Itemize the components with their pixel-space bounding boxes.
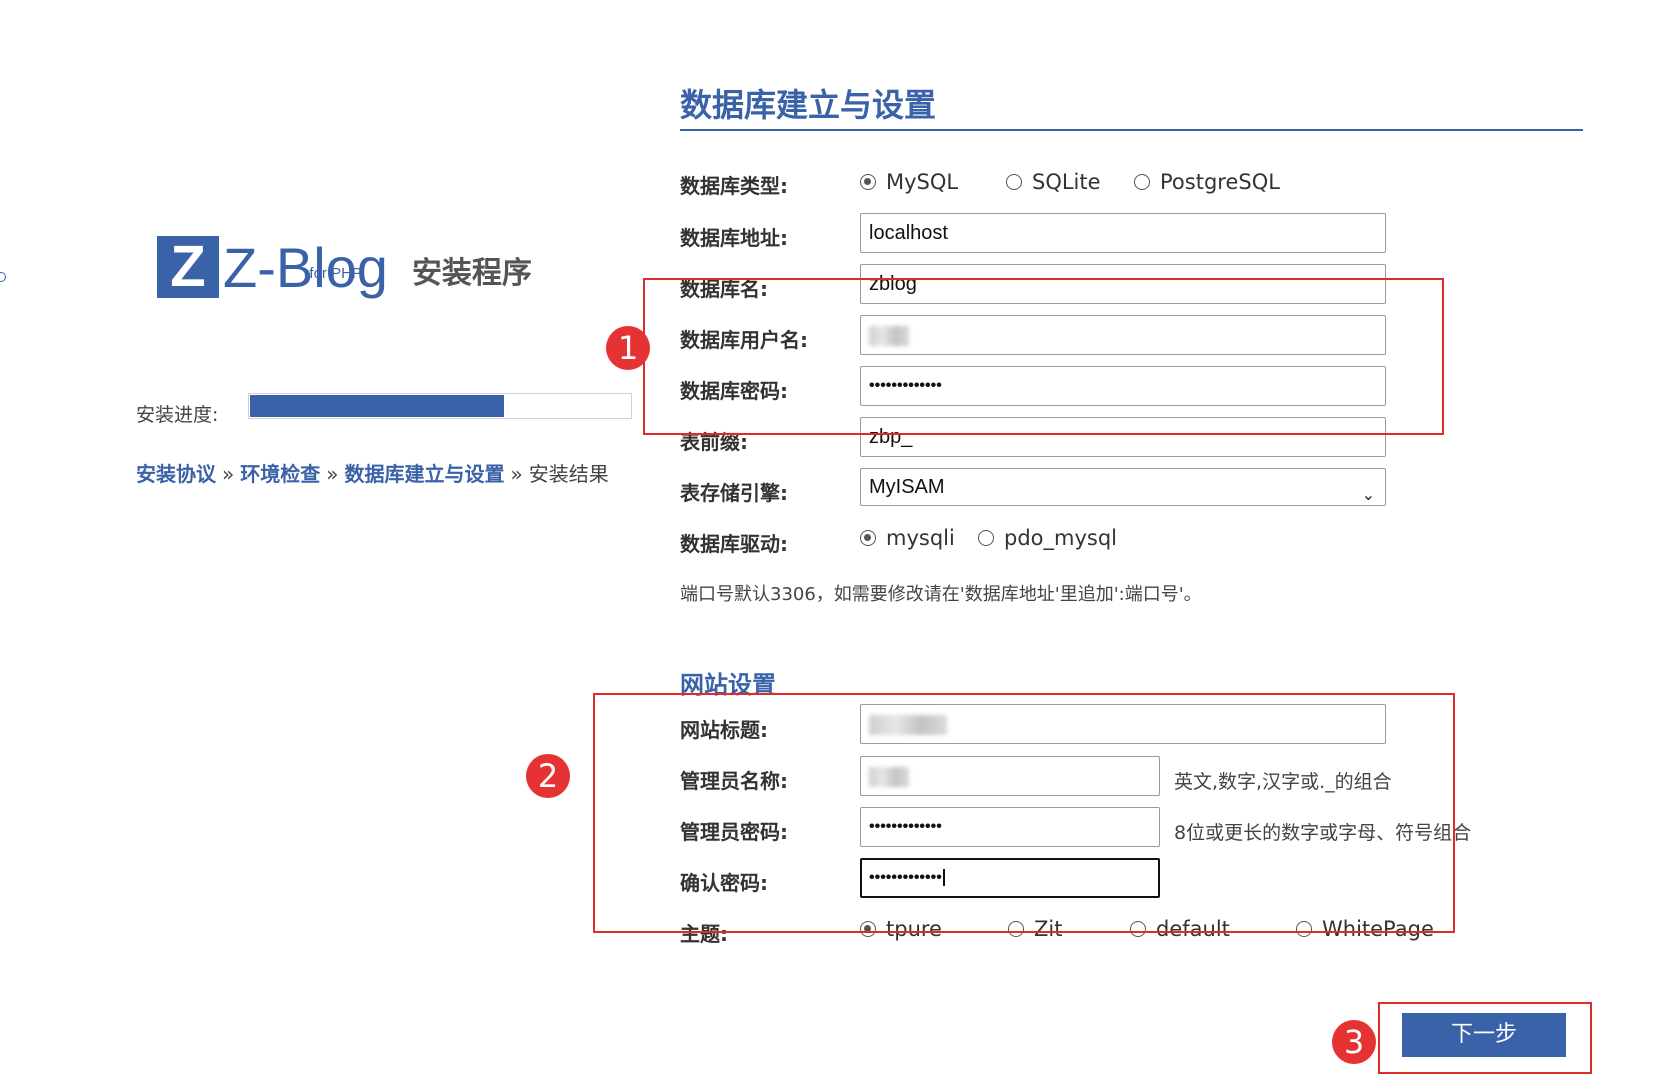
db-type-label: 数据库类型: xyxy=(680,174,788,198)
driver-option-pdo-mysql[interactable]: pdo_mysql xyxy=(978,526,1117,550)
db-host-label: 数据库地址: xyxy=(680,226,788,250)
logo-name: Z-Blog xyxy=(223,236,388,299)
db-type-option-postgresql[interactable]: PostgreSQL xyxy=(1134,170,1280,194)
breadcrumb-step-agreement[interactable]: 安装协议 xyxy=(136,462,216,486)
breadcrumb-separator: » xyxy=(510,462,523,486)
logo-z-mark: Z xyxy=(157,236,219,298)
radio-unchecked-icon[interactable] xyxy=(978,530,994,546)
progress-label: 安装进度: xyxy=(136,404,219,426)
progress-fill xyxy=(250,395,504,417)
logo-wordmark: Z-Blog for PHP xyxy=(223,240,388,296)
port-hint: 端口号默认3306，如需要修改请在'数据库地址'里追加':端口号'。 xyxy=(680,584,1202,605)
annotation-badge-1: 1 xyxy=(606,326,650,370)
page-title: 数据库建立与设置 xyxy=(680,86,937,124)
db-type-option-sqlite[interactable]: SQLite xyxy=(1006,170,1134,194)
chevron-down-icon: ⌄ xyxy=(1361,487,1375,504)
annotation-box-3 xyxy=(1378,1002,1592,1074)
engine-selected-value: MyISAM xyxy=(869,476,945,498)
title-divider xyxy=(680,129,1583,131)
breadcrumb: 安装协议» 环境检查» 数据库建立与设置» 安装结果 xyxy=(136,458,609,487)
radio-unchecked-icon[interactable] xyxy=(1006,174,1022,190)
logo-subtitle: for PHP xyxy=(309,265,362,282)
annotation-badge-3: 3 xyxy=(1332,1020,1376,1064)
breadcrumb-separator: » xyxy=(326,462,339,486)
edge-circle-icon xyxy=(0,272,6,282)
annotation-box-1 xyxy=(643,278,1444,435)
db-type-radio-group: MySQL SQLite PostgreSQL xyxy=(860,170,1280,194)
breadcrumb-step-db-setup[interactable]: 数据库建立与设置 xyxy=(345,462,505,486)
radio-checked-icon[interactable] xyxy=(860,530,876,546)
db-type-option-mysql[interactable]: MySQL xyxy=(860,170,1006,194)
zblog-logo: Z Z-Blog for PHP 安装程序 xyxy=(157,236,532,298)
annotation-box-2 xyxy=(593,693,1455,933)
annotation-badge-2: 2 xyxy=(526,754,570,798)
option-label: SQLite xyxy=(1032,170,1101,194)
option-label: pdo_mysql xyxy=(1004,526,1117,550)
breadcrumb-step-env-check[interactable]: 环境检查 xyxy=(240,462,320,486)
db-host-input[interactable]: localhost xyxy=(860,213,1386,253)
breadcrumb-step-result: 安装结果 xyxy=(528,462,609,486)
radio-unchecked-icon[interactable] xyxy=(1134,174,1150,190)
option-label: PostgreSQL xyxy=(1160,170,1280,194)
installer-title: 安装程序 xyxy=(411,256,532,291)
breadcrumb-separator: » xyxy=(222,462,235,486)
db-driver-radio-group: mysqli pdo_mysql xyxy=(860,526,1117,550)
engine-label: 表存储引擎: xyxy=(680,481,788,505)
option-label: MySQL xyxy=(886,170,959,194)
option-label: mysqli xyxy=(886,526,955,550)
install-progress-bar xyxy=(248,393,632,419)
radio-checked-icon[interactable] xyxy=(860,174,876,190)
engine-select[interactable]: MyISAM ⌄ xyxy=(860,468,1386,506)
db-driver-label: 数据库驱动: xyxy=(680,532,788,556)
driver-option-mysqli[interactable]: mysqli xyxy=(860,526,978,550)
